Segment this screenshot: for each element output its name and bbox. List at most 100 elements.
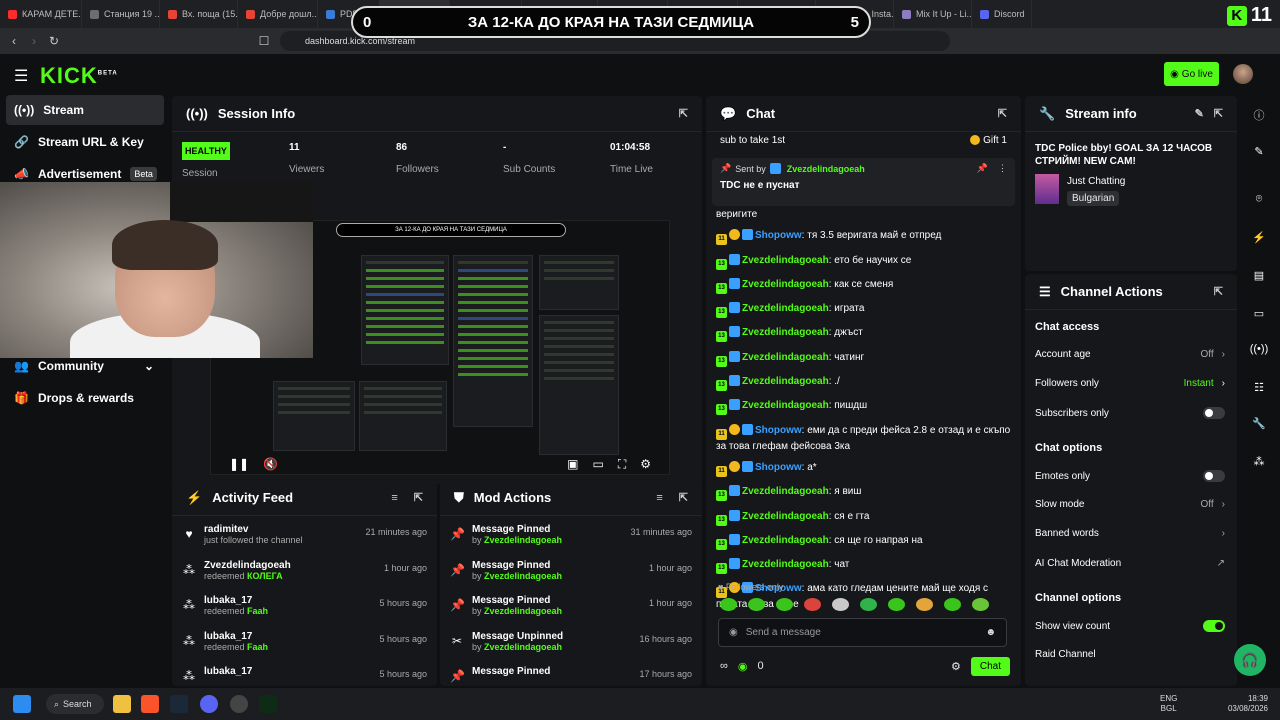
chat-username[interactable]: Shopoww	[755, 462, 802, 473]
popout-icon[interactable]: ⇱	[679, 107, 688, 120]
emoji-icon[interactable]: ☻	[985, 627, 996, 638]
chat-settings-icon[interactable]: ⚙	[951, 660, 961, 673]
mute-icon[interactable]: 🔇	[263, 457, 278, 471]
activity-user[interactable]: lubaka_17	[204, 666, 252, 677]
edit-icon[interactable]: ✎	[1248, 140, 1270, 162]
bookmark-icon[interactable]: ☐	[254, 34, 274, 48]
chat-username[interactable]: Zvezdelindagoeah	[742, 327, 829, 338]
chat-username[interactable]: Zvezdelindagoeah	[742, 376, 829, 387]
chat-username[interactable]: Shopoww	[755, 425, 802, 436]
channel-points-icon[interactable]: ∞	[720, 660, 728, 672]
activity-user[interactable]: radimitev	[204, 524, 303, 535]
sidebar-item-drops[interactable]: 🎁 Drops & rewards	[6, 383, 164, 413]
chat-username[interactable]: Zvezdelindagoeah	[742, 511, 829, 522]
gear-icon[interactable]: ⚙	[640, 457, 651, 471]
emote-icon[interactable]	[748, 598, 765, 611]
kick-logo[interactable]: KICKBETA	[40, 63, 118, 89]
language-indicator[interactable]: ENG BGL	[1160, 694, 1177, 714]
sidebar-item-stream[interactable]: ((•)) Stream	[6, 95, 164, 125]
steam-icon[interactable]	[170, 695, 188, 713]
emote-icon[interactable]	[776, 598, 793, 611]
taskbar-search[interactable]: ⌕ Search	[46, 694, 104, 714]
edit-icon[interactable]: ✎	[1195, 107, 1204, 120]
theater-icon[interactable]: ▭	[592, 457, 603, 471]
filter-icon[interactable]: ≡	[391, 492, 397, 504]
raid-channel-row[interactable]: Raid Channel	[1035, 649, 1225, 660]
back-icon[interactable]: ‹	[4, 34, 24, 48]
browser-tab[interactable]: Mix It Up - Li...	[894, 0, 972, 28]
avatar[interactable]	[1233, 64, 1253, 84]
gift-counter[interactable]: Gift 1	[970, 135, 1007, 146]
followers-only-row[interactable]: Followers only Instant ›	[1035, 378, 1225, 389]
file-explorer-icon[interactable]	[113, 695, 131, 713]
obs-icon[interactable]	[230, 695, 248, 713]
emote-icon[interactable]	[972, 598, 989, 611]
slow-mode-row[interactable]: Slow mode Off ›	[1035, 499, 1225, 510]
filter-icon[interactable]: ≡	[656, 492, 662, 504]
ai-moderation-row[interactable]: AI Chat Moderation ↗	[1035, 558, 1225, 569]
emote-icon[interactable]	[888, 598, 905, 611]
browser-tab[interactable]: Добре дошл...	[238, 0, 318, 28]
chat-username[interactable]: Zvezdelindagoeah	[742, 559, 829, 570]
mod-action-user[interactable]: Zvezdelindagoeah	[484, 606, 562, 616]
brave-icon[interactable]	[141, 695, 159, 713]
emote-icon[interactable]	[860, 598, 877, 611]
browser-tab[interactable]: Станция 19 ...	[82, 0, 160, 28]
mod-action-user[interactable]: Zvezdelindagoeah	[484, 642, 562, 652]
info-icon[interactable]: ⓘ	[1248, 104, 1270, 126]
activity-user[interactable]: Zvezdelindagoeah	[204, 560, 291, 571]
browser-tab[interactable]: КАРАМ ДЕТЕ...	[0, 0, 82, 28]
emotes-only-toggle[interactable]	[1203, 470, 1225, 482]
menu-icon[interactable]: ☰	[14, 66, 28, 86]
chat-username[interactable]: Zvezdelindagoeah	[742, 279, 829, 290]
chat-username[interactable]: Shopoww	[755, 230, 802, 241]
list-icon[interactable]: ☷	[1248, 376, 1270, 398]
forward-icon[interactable]: ›	[24, 34, 44, 48]
popout-icon[interactable]: ⇱	[414, 491, 423, 504]
signal-icon[interactable]: ((•))	[1248, 338, 1270, 360]
emote-icon[interactable]	[832, 598, 849, 611]
browser-tab[interactable]: Discord	[972, 0, 1032, 28]
account-age-row[interactable]: Account age Off ›	[1035, 349, 1225, 360]
points-icon[interactable]: ⁂	[1248, 450, 1270, 472]
emote-icon[interactable]	[804, 598, 821, 611]
chat-input[interactable]: ◉ Send a message ☻	[718, 618, 1007, 647]
show-view-count-toggle[interactable]	[1203, 620, 1225, 632]
chat-bubble-icon[interactable]: ▭	[1248, 302, 1270, 324]
browser-tab[interactable]: Вх. поща (15...	[160, 0, 238, 28]
more-icon[interactable]: ⋮	[998, 163, 1007, 174]
activity-user[interactable]: lubaka_17	[204, 595, 268, 606]
unpin-icon[interactable]: 📌	[977, 163, 988, 174]
emote-icon[interactable]	[916, 598, 933, 611]
popout-icon[interactable]: ⇱	[1214, 107, 1223, 120]
windows-start-icon[interactable]	[13, 695, 31, 713]
category-name[interactable]: Just Chatting	[1067, 176, 1125, 187]
wrench-icon[interactable]: 🔧	[1248, 412, 1270, 434]
pip-icon[interactable]: ▣	[567, 457, 578, 471]
chat-username[interactable]: Zvezdelindagoeah	[742, 255, 829, 266]
emote-icon[interactable]	[944, 598, 961, 611]
mod-action-user[interactable]: Zvezdelindagoeah	[484, 535, 562, 545]
system-clock[interactable]: 18:39 03/08/2026	[1226, 694, 1268, 714]
chat-username[interactable]: Zvezdelindagoeah	[742, 400, 829, 411]
camera-icon[interactable]: ⌾	[1248, 188, 1270, 210]
mod-action-user[interactable]: Zvezdelindagoeah	[484, 571, 562, 581]
document-icon[interactable]: ▤	[1248, 264, 1270, 286]
chat-username[interactable]: Zvezdelindagoeah	[742, 352, 829, 363]
activity-user[interactable]: lubaka_17	[204, 631, 268, 642]
reload-icon[interactable]: ↻	[44, 34, 64, 48]
kick-app-icon[interactable]	[259, 695, 277, 713]
chat-username[interactable]: Zvezdelindagoeah	[742, 303, 829, 314]
sidebar-item-stream-url[interactable]: 🔗 Stream URL & Key	[6, 127, 164, 157]
emote-icon[interactable]	[720, 598, 737, 611]
popout-icon[interactable]: ⇱	[679, 491, 688, 504]
chat-username[interactable]: Zvezdelindagoeah	[742, 535, 829, 546]
subscribers-only-toggle[interactable]	[1203, 407, 1225, 419]
lightning-icon[interactable]: ⚡	[1248, 226, 1270, 248]
banned-words-row[interactable]: Banned words ›	[1035, 528, 1225, 539]
fullscreen-icon[interactable]: ⛶	[618, 457, 626, 472]
popout-icon[interactable]: ⇱	[1214, 285, 1223, 298]
popout-icon[interactable]: ⇱	[998, 107, 1007, 120]
go-live-button[interactable]: ◉ Go live	[1164, 62, 1219, 86]
chat-send-button[interactable]: Chat	[970, 656, 1010, 676]
